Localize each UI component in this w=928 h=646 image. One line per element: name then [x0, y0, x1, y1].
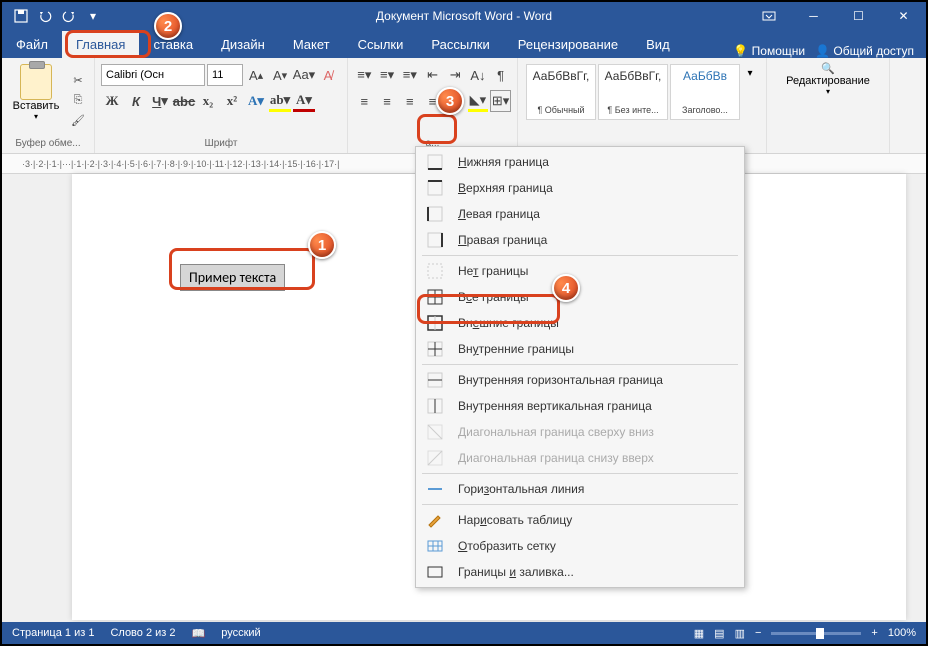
border-outer[interactable]: Внешние границы — [416, 310, 744, 336]
borders-and-shading[interactable]: Границы и заливка... — [416, 559, 744, 585]
maximize-button[interactable]: ☐ — [836, 2, 881, 30]
tab-review[interactable]: Рецензирование — [504, 31, 632, 58]
view-read-icon[interactable]: ▦ — [694, 627, 704, 640]
text-effects-icon[interactable]: A▾ — [245, 90, 267, 112]
tab-references[interactable]: Ссылки — [344, 31, 418, 58]
window-title: Документ Microsoft Word - Word — [376, 9, 552, 23]
tell-me[interactable]: 💡 Помощни — [733, 44, 805, 58]
tab-view[interactable]: Вид — [632, 31, 684, 58]
share-button[interactable]: 👤 Общий доступ — [815, 44, 914, 58]
bullets-icon[interactable]: ≡▾ — [354, 64, 375, 86]
tab-design[interactable]: Дизайн — [207, 31, 279, 58]
clear-format-icon[interactable]: A̸ — [317, 64, 339, 86]
ribbon-tabs: Файл Главная ставка Дизайн Макет Ссылки … — [2, 30, 926, 58]
italic-icon[interactable]: К — [125, 90, 147, 112]
status-words[interactable]: Слово 2 из 2 — [110, 627, 175, 639]
draw-table[interactable]: Нарисовать таблицу — [416, 507, 744, 533]
zoom-slider[interactable] — [771, 632, 861, 635]
align-center-icon[interactable]: ≡ — [377, 90, 398, 112]
callout-2: 2 — [154, 12, 182, 40]
tab-layout[interactable]: Макет — [279, 31, 344, 58]
style-normal[interactable]: АаБбВвГг, ¶ Обычный — [526, 64, 596, 120]
status-page[interactable]: Страница 1 из 1 — [12, 627, 94, 639]
zoom-out-icon[interactable]: − — [755, 627, 761, 639]
border-left[interactable]: Левая граница — [416, 201, 744, 227]
ribbon-options-icon[interactable] — [746, 2, 791, 30]
copy-icon[interactable]: ⎘ — [68, 91, 88, 109]
titlebar: ▾ Документ Microsoft Word - Word ─ ☐ ✕ — [2, 2, 926, 30]
font-name-select[interactable] — [101, 64, 205, 86]
status-lang[interactable]: русский — [221, 627, 260, 639]
callout-3: 3 — [436, 87, 464, 115]
style-heading1[interactable]: АаБбВв Заголово... — [670, 64, 740, 120]
highlight-icon[interactable]: ab▾ — [269, 90, 291, 112]
save-icon[interactable] — [10, 6, 32, 26]
style-nospace[interactable]: АаБбВвГг, ¶ Без инте... — [598, 64, 668, 120]
border-top[interactable]: Верхняя граница — [416, 175, 744, 201]
group-editing: 🔍 Редактирование ▾ — [767, 58, 890, 153]
strike-icon[interactable]: abc — [173, 90, 195, 112]
border-right[interactable]: Правая граница — [416, 227, 744, 253]
superscript-icon[interactable]: x² — [221, 90, 243, 112]
decrease-indent-icon[interactable]: ⇤ — [422, 64, 443, 86]
border-inner-h[interactable]: Внутренняя горизонтальная граница — [416, 367, 744, 393]
tab-home[interactable]: Главная — [62, 31, 139, 58]
callout-1: 1 — [308, 231, 336, 259]
redo-icon[interactable] — [58, 6, 80, 26]
bold-icon[interactable]: Ж — [101, 90, 123, 112]
paste-icon — [20, 64, 52, 100]
font-color-icon[interactable]: A▾ — [293, 90, 315, 112]
zoom-level[interactable]: 100% — [888, 627, 916, 639]
minimize-button[interactable]: ─ — [791, 2, 836, 30]
ribbon: Вставить ▾ ✂ ⎘ 🖌 Буфер обме... A▴ A▾ Aa▾… — [2, 58, 926, 154]
shrink-font-icon[interactable]: A▾ — [269, 64, 291, 86]
align-left-icon[interactable]: ≡ — [354, 90, 375, 112]
undo-icon[interactable] — [34, 6, 56, 26]
sample-text[interactable]: Пример текста — [180, 264, 285, 291]
border-inner[interactable]: Внутренние границы — [416, 336, 744, 362]
group-paragraph: ≡▾ ≡▾ ≡▾ ⇤ ⇥ A↓ ¶ ≡ ≡ ≡ ≡ ↕≡ ◣▾ ⊞▾ а... — [348, 58, 518, 153]
sort-icon[interactable]: A↓ — [468, 64, 489, 86]
shading-icon[interactable]: ◣▾ — [468, 90, 489, 112]
change-case-icon[interactable]: Aa▾ — [293, 64, 315, 86]
editing-button[interactable]: 🔍 Редактирование ▾ — [773, 62, 883, 96]
border-all[interactable]: Все границы — [416, 284, 744, 310]
tab-mailings[interactable]: Рассылки — [417, 31, 503, 58]
border-diag-up: Диагональная граница снизу вверх — [416, 445, 744, 471]
qat-more-icon[interactable]: ▾ — [82, 6, 104, 26]
horizontal-line[interactable]: Горизонтальная линия — [416, 476, 744, 502]
close-button[interactable]: ✕ — [881, 2, 926, 30]
borders-button[interactable]: ⊞▾ — [490, 90, 511, 112]
border-bottom[interactable]: Нижняя граница — [416, 149, 744, 175]
grow-font-icon[interactable]: A▴ — [245, 64, 267, 86]
view-web-icon[interactable]: ▥ — [735, 627, 745, 640]
status-proof-icon[interactable]: 📖 — [192, 627, 206, 640]
align-right-icon[interactable]: ≡ — [399, 90, 420, 112]
cut-icon[interactable]: ✂ — [68, 71, 88, 89]
border-diag-down: Диагональная граница сверху вниз — [416, 419, 744, 445]
statusbar: Страница 1 из 1 Слово 2 из 2 📖 русский ▦… — [2, 622, 926, 644]
callout-4: 4 — [552, 274, 580, 302]
group-font: A▴ A▾ Aa▾ A̸ Ж К Ч▾ abc x₂ x² A▾ ab▾ A▾ … — [95, 58, 348, 153]
font-size-select[interactable] — [207, 64, 243, 86]
increase-indent-icon[interactable]: ⇥ — [445, 64, 466, 86]
group-styles: АаБбВвГг, ¶ Обычный АаБбВвГг, ¶ Без инте… — [518, 58, 767, 153]
numbering-icon[interactable]: ≡▾ — [377, 64, 398, 86]
view-print-icon[interactable]: ▤ — [714, 627, 724, 640]
group-clipboard: Вставить ▾ ✂ ⎘ 🖌 Буфер обме... — [2, 58, 95, 153]
underline-icon[interactable]: Ч▾ — [149, 90, 171, 112]
styles-more-icon[interactable]: ▾ — [742, 64, 758, 120]
zoom-in-icon[interactable]: + — [871, 627, 877, 639]
multilevel-icon[interactable]: ≡▾ — [399, 64, 420, 86]
show-grid[interactable]: Отобразить сетку — [416, 533, 744, 559]
format-painter-icon[interactable]: 🖌 — [68, 111, 88, 129]
border-none[interactable]: Нет границы — [416, 258, 744, 284]
find-icon: 🔍 — [821, 62, 835, 75]
borders-dropdown: Нижняя граница Верхняя граница Левая гра… — [415, 146, 745, 588]
border-inner-v[interactable]: Внутренняя вертикальная граница — [416, 393, 744, 419]
paste-button[interactable]: Вставить ▾ — [8, 62, 64, 138]
subscript-icon[interactable]: x₂ — [197, 90, 219, 112]
tab-file[interactable]: Файл — [2, 31, 62, 58]
pilcrow-icon[interactable]: ¶ — [490, 64, 511, 86]
